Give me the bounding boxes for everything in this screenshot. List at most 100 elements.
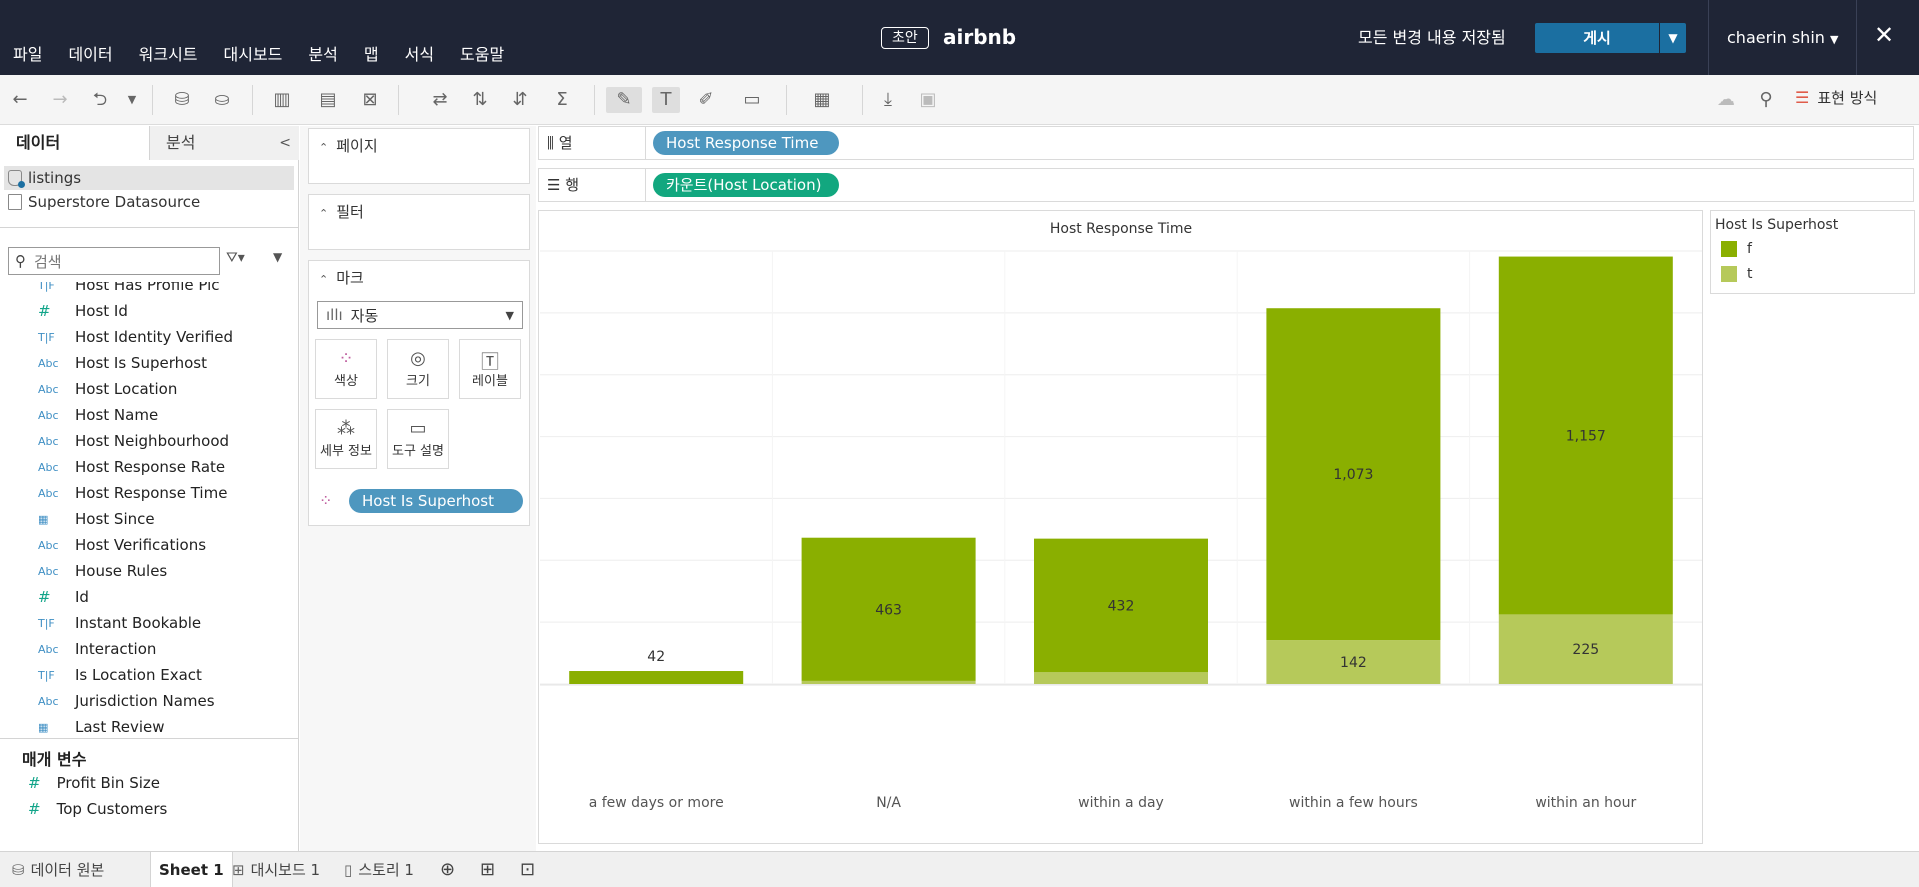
sort-ascending-icon[interactable]: ⇅ [466,87,494,113]
fit-view-icon[interactable]: ▭ [732,87,772,113]
field-item[interactable]: T|F Host Has Profile Pic [0,282,299,298]
bar-chart-icon: ıllı [326,306,343,324]
menu-file[interactable]: 파일 [0,40,55,70]
new-worksheet-icon[interactable]: ▥ [268,87,296,113]
menu-analysis[interactable]: 분석 [295,40,350,70]
field-item[interactable]: T|F Instant Bookable [0,610,299,636]
cloud-icon[interactable]: ☁ [1712,87,1740,113]
tab-sheet-1[interactable]: Sheet 1 [150,852,233,887]
field-search-input[interactable]: ⚲ 검색 [8,247,220,275]
menu-help[interactable]: 도움말 [447,40,517,70]
columns-pill[interactable]: Host Response Time [653,131,839,155]
menu-data[interactable]: 데이터 [55,40,125,70]
legend-item[interactable]: t [1721,266,1753,282]
field-item[interactable]: Abc Host Neighbourhood [0,428,299,454]
highlight-icon[interactable]: ✎ [606,87,642,113]
format-workbook-icon[interactable]: ✐ [692,87,720,113]
tooltip-button[interactable]: ▭ 도구 설명 [387,409,449,469]
mark-type-select[interactable]: ıllı 자동 ▼ [317,301,523,329]
menu-dashboard[interactable]: 대시보드 [211,40,296,70]
data-label: 42 [647,649,665,665]
duplicate-sheet-icon[interactable]: ▤ [314,87,342,113]
tab-analysis[interactable]: 분석 < [150,126,299,160]
field-item[interactable]: Abc Host Verifications [0,532,299,558]
datasource-item[interactable]: listings [4,166,294,190]
parameter-item[interactable]: # Profit Bin Size [28,774,160,792]
mark-type-value: 자동 [350,306,379,325]
field-item[interactable]: Abc Host Name [0,402,299,428]
menu-format[interactable]: 서식 [392,40,447,70]
user-menu[interactable]: chaerin shin ▼ [1727,24,1838,54]
field-item[interactable]: T|F Is Location Exact [0,662,299,688]
rows-shelf[interactable]: ☰ 행 카운트(Host Location) [538,168,1914,202]
datasource-item[interactable]: Superstore Datasource [4,190,294,214]
publish-dropdown-button[interactable]: ▼ [1660,23,1686,53]
menu-worksheet[interactable]: 워크시트 [126,40,211,70]
new-dashboard-tab-icon[interactable]: ⊞ [480,852,495,887]
show-me-chart-icon[interactable]: ▦ [802,87,842,113]
presentation-mode-icon[interactable]: ▣ [914,87,942,113]
close-icon[interactable]: ✕ [1874,18,1894,52]
string-type-icon: Abc [38,434,59,448]
tab-story-1[interactable]: ▯ 스토리 1 [344,852,414,887]
legend-item[interactable]: f [1721,241,1752,257]
detail-button[interactable]: ⁂ 세부 정보 [315,409,377,469]
collapse-pane-icon[interactable]: < [279,126,291,160]
pause-updates-icon[interactable]: ⛀ [208,87,236,113]
new-datasource-icon[interactable]: ⛁ [168,87,196,113]
publish-button[interactable]: 게시 [1535,23,1659,53]
workbook-title[interactable]: airbnb [943,22,1016,52]
field-item[interactable]: Abc Host Location [0,376,299,402]
field-item[interactable]: T|F Host Identity Verified [0,324,299,350]
new-worksheet-tab-icon[interactable]: ⊕ [440,852,455,887]
bar-segment[interactable] [569,671,744,684]
filters-card[interactable]: ⌃ 필터 [308,194,530,250]
tableau-workbook: 파일 데이터 워크시트 대시보드 분석 맵 서식 도움말 초안 airbnb 모… [0,0,1919,887]
worksheet-view[interactable]: Host Response Time 42 a few days or more 46… [538,210,1703,844]
field-item[interactable]: # Host Id [0,298,299,324]
pages-card[interactable]: ⌃ 페이지 [308,128,530,184]
field-item[interactable]: Abc Host Response Time [0,480,299,506]
show-labels-icon[interactable]: T [652,87,680,113]
pin-icon[interactable]: ⚲ [1752,87,1780,113]
field-item[interactable]: Abc Host Response Rate [0,454,299,480]
undo-icon[interactable]: ← [6,87,34,113]
field-item[interactable]: # Id [0,584,299,610]
tab-data[interactable]: 데이터 [0,126,150,160]
field-item[interactable]: ▦ Last Review [0,714,299,739]
datasource-name: listings [28,169,82,187]
size-button[interactable]: ◎ 크기 [387,339,449,399]
field-item[interactable]: Abc Host Is Superhost [0,350,299,376]
color-legend[interactable]: Host Is Superhost f t [1710,210,1915,294]
label-button[interactable]: 🅃 레이블 [459,339,521,399]
sort-descending-icon[interactable]: ⇵ [506,87,534,113]
menu-map[interactable]: 맵 [351,40,392,70]
field-item[interactable]: ▦ Host Since [0,506,299,532]
show-me-button[interactable]: ☰ 표현 방식 [1795,87,1877,108]
field-item[interactable]: Abc House Rules [0,558,299,584]
download-icon[interactable]: ⤓ [874,87,902,113]
label-label: 레이블 [472,374,508,389]
field-item[interactable]: Abc Interaction [0,636,299,662]
tab-dashboard-1[interactable]: ⊞ 대시보드 1 [232,852,320,887]
tab-datasource[interactable]: ⛁ 데이터 원본 [12,852,104,887]
redo-icon[interactable]: → [46,87,74,113]
bar-segment[interactable] [1034,672,1208,684]
stacked-bar-chart[interactable]: Host Response Time 42 a few days or more 46… [539,211,1704,845]
revert-dropdown-icon[interactable]: ▼ [118,87,146,113]
clear-sheet-icon[interactable]: ⊠ [356,87,384,113]
revert-icon[interactable]: ⮌ [86,87,114,113]
color-field-pill[interactable]: Host Is Superhost [349,489,523,513]
columns-shelf[interactable]: ⫼ 열 Host Response Time [538,126,1914,160]
filter-fields-icon[interactable]: ⛛▾ [226,250,245,266]
totals-icon[interactable]: Σ [548,87,576,113]
color-button[interactable]: ⁘ 색상 [315,339,377,399]
rows-pill[interactable]: 카운트(Host Location) [653,173,839,197]
pane-menu-icon[interactable]: ▼ [273,250,282,264]
field-item[interactable]: Abc Jurisdiction Names [0,688,299,714]
new-story-tab-icon[interactable]: ⊡ [520,852,535,887]
bar-segment[interactable] [801,680,976,684]
swap-rows-columns-icon[interactable]: ⇄ [426,87,454,113]
parameter-item[interactable]: # Top Customers [28,800,167,818]
field-list: T|F Host Has Profile Pic # Host Id T|F Host… [0,282,299,739]
